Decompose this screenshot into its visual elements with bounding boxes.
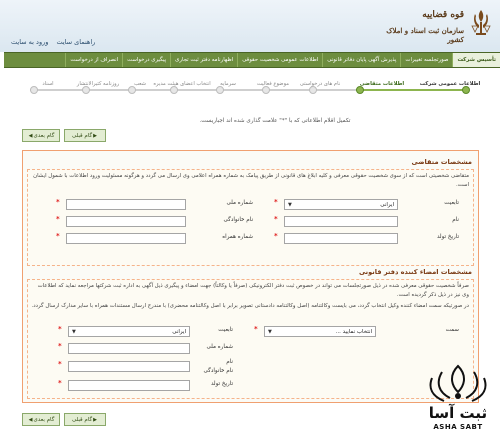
nationality-value: ایرانی bbox=[380, 201, 394, 208]
step-label: شعب bbox=[134, 81, 146, 87]
logo-subtitle: سازمان ثبت اسناد و املاک کشور bbox=[386, 26, 464, 44]
step-dot[interactable] bbox=[216, 86, 224, 94]
role-value: انتخاب نمایید ... bbox=[335, 328, 372, 335]
next-step-button[interactable]: ◀ گام بعدی bbox=[22, 129, 60, 142]
required-marker: * bbox=[58, 325, 62, 333]
step-dot[interactable] bbox=[356, 86, 364, 94]
last-name-label: نام خانوادگی bbox=[223, 217, 253, 223]
signer-last-name-label: نام خانوادگی bbox=[203, 368, 233, 374]
step-label: نام های درخواستی bbox=[299, 81, 341, 87]
applicant-description: متقاضی شخصیتی است که از سوی شخصیت حقوقی … bbox=[33, 173, 469, 188]
chevron-down-icon: ▼ bbox=[288, 201, 292, 208]
signer-section-title: مشخصات امضاء کننده دفتر قانونی bbox=[359, 268, 472, 276]
last-name-input[interactable] bbox=[66, 216, 186, 227]
next-step-button-bottom[interactable]: ◀ گام بعدی bbox=[22, 413, 60, 426]
step-label: اسناد bbox=[42, 81, 54, 87]
mobile-label: شماره همراه bbox=[222, 234, 253, 240]
step-label: انتخاب اعضای هیئت مدیره bbox=[153, 81, 211, 87]
main-menu: تأسیس شرکت صورتجلسه تغییرات پذیرش آگهی پ… bbox=[4, 52, 500, 68]
step-dot[interactable] bbox=[462, 86, 470, 94]
arrow-right-icon: ▶ bbox=[93, 416, 97, 423]
signer-nationality-label: تابعیت bbox=[218, 327, 233, 333]
required-marker: * bbox=[58, 379, 62, 387]
prev-step-button-bottom[interactable]: گام قبلی ▶ bbox=[64, 413, 106, 426]
required-marker: * bbox=[56, 232, 60, 240]
wizard-steps: اطلاعات عمومی شرکت اطلاعات متقاضی نام ها… bbox=[20, 76, 480, 106]
birth-date-label: تاریخ تولد bbox=[437, 234, 459, 240]
applicant-section-title: مشخصات متقاضی bbox=[411, 158, 472, 166]
required-marker: * bbox=[274, 215, 278, 223]
signer-nationality-select[interactable]: ایرانی ▼ bbox=[68, 326, 190, 337]
first-name-label: نام bbox=[452, 217, 459, 223]
logo-title: قوه قضاییه bbox=[422, 10, 464, 20]
applicant-section: متقاضی شخصیتی است که از سوی شخصیت حقوقی … bbox=[27, 169, 474, 266]
signer-description-1: صرفاً شخصیت حقوقی معرفی شده در ذیل صورتج… bbox=[37, 283, 469, 298]
prev-step-label: گام قبلی bbox=[71, 132, 93, 139]
prev-step-button[interactable]: گام قبلی ▶ bbox=[64, 129, 106, 142]
menu-legal-books[interactable]: پذیرش آگهی پایان دفاتر قانونی bbox=[322, 53, 400, 67]
required-marker: * bbox=[274, 198, 278, 206]
step-dot[interactable] bbox=[262, 86, 270, 94]
login-link[interactable]: ورود به سایت bbox=[11, 38, 48, 46]
step-dot[interactable] bbox=[128, 86, 136, 94]
signer-section: صرفاً شخصیت حقوقی معرفی شده در ذیل صورتج… bbox=[27, 279, 474, 399]
step-label: اطلاعات عمومی شرکت bbox=[419, 81, 481, 87]
steps-progress bbox=[356, 89, 466, 91]
menu-cancel-request[interactable]: انصراف از درخواست bbox=[65, 53, 122, 67]
required-marker: * bbox=[56, 215, 60, 223]
arrow-left-icon: ◀ bbox=[28, 416, 33, 423]
required-marker: * bbox=[254, 325, 258, 333]
mobile-input[interactable] bbox=[66, 233, 186, 244]
step-label: موضوع فعالیت bbox=[256, 81, 290, 87]
signer-birth-date-input[interactable] bbox=[68, 380, 190, 391]
form-panel: مشخصات متقاضی متقاضی شخصیتی است که از سو… bbox=[22, 150, 479, 403]
required-marker: * bbox=[58, 360, 62, 368]
required-marker: * bbox=[274, 232, 278, 240]
site-help-link[interactable]: راهنمای سایت bbox=[56, 38, 95, 46]
chevron-down-icon: ▼ bbox=[268, 328, 272, 335]
signer-name-input[interactable] bbox=[68, 361, 190, 372]
signer-nationality-value: ایرانی bbox=[172, 328, 186, 335]
menu-track-request[interactable]: پیگیری درخواست bbox=[122, 53, 170, 67]
next-step-label: گام بعدی bbox=[33, 132, 55, 139]
first-name-input[interactable] bbox=[284, 216, 398, 227]
next-step-label: گام بعدی bbox=[33, 416, 55, 423]
arrow-right-icon: ▶ bbox=[93, 132, 97, 139]
step-label: اطلاعات متقاضی bbox=[359, 81, 405, 87]
watermark-logo: ثبت آسا ASHA SABT bbox=[420, 362, 496, 434]
signer-national-id-input[interactable] bbox=[68, 343, 190, 354]
step-dot[interactable] bbox=[309, 86, 317, 94]
crown-emblem-icon bbox=[429, 364, 487, 402]
watermark-brand-en: ASHA SABT bbox=[433, 423, 483, 431]
site-header: راهنمای سایت ورود به سایت قوه قضاییه ساز… bbox=[0, 0, 500, 52]
organization-logo: قوه قضاییه سازمان ثبت اسناد و املاک کشور bbox=[374, 6, 492, 44]
iran-emblem-icon bbox=[471, 10, 491, 35]
signer-national-id-label: شماره ملی bbox=[206, 344, 233, 350]
prev-step-label: گام قبلی bbox=[71, 416, 93, 423]
step-dot[interactable] bbox=[82, 86, 90, 94]
menu-company-registration[interactable]: تأسیس شرکت bbox=[452, 53, 500, 67]
signer-birth-date-label: تاریخ تولد bbox=[211, 381, 233, 387]
national-id-input[interactable] bbox=[66, 199, 186, 210]
menu-trade-register[interactable]: اظهارنامه دفتر ثبت تجاری bbox=[170, 53, 237, 67]
birth-date-input[interactable] bbox=[284, 233, 398, 244]
required-fields-note: تکمیل اقلام اطلاعاتی که با "*" علامت گذا… bbox=[199, 118, 351, 124]
role-select[interactable]: انتخاب نمایید ... ▼ bbox=[264, 326, 376, 337]
signer-first-name-label: نام bbox=[226, 359, 233, 365]
nationality-select[interactable]: ایرانی ▼ bbox=[284, 199, 398, 210]
arrow-left-icon: ◀ bbox=[28, 132, 33, 139]
chevron-down-icon: ▼ bbox=[72, 328, 76, 335]
signer-description-2: در صورتیکه سمت امضاء کننده وکیل انتخاب گ… bbox=[31, 303, 469, 309]
required-marker: * bbox=[56, 198, 60, 206]
menu-change-minutes[interactable]: صورتجلسه تغییرات bbox=[400, 53, 452, 67]
menu-entity-info[interactable]: اطلاعات عمومی شخصیت حقوقی bbox=[237, 53, 322, 67]
top-links: راهنمای سایت ورود به سایت bbox=[8, 38, 98, 46]
step-dot[interactable] bbox=[170, 86, 178, 94]
required-marker: * bbox=[58, 342, 62, 350]
role-label: سمت bbox=[445, 327, 459, 333]
watermark-brand: ثبت آسا bbox=[428, 404, 488, 422]
step-dot[interactable] bbox=[30, 86, 38, 94]
national-id-label: شماره ملی bbox=[226, 200, 253, 206]
nationality-label: تابعیت bbox=[444, 200, 459, 206]
